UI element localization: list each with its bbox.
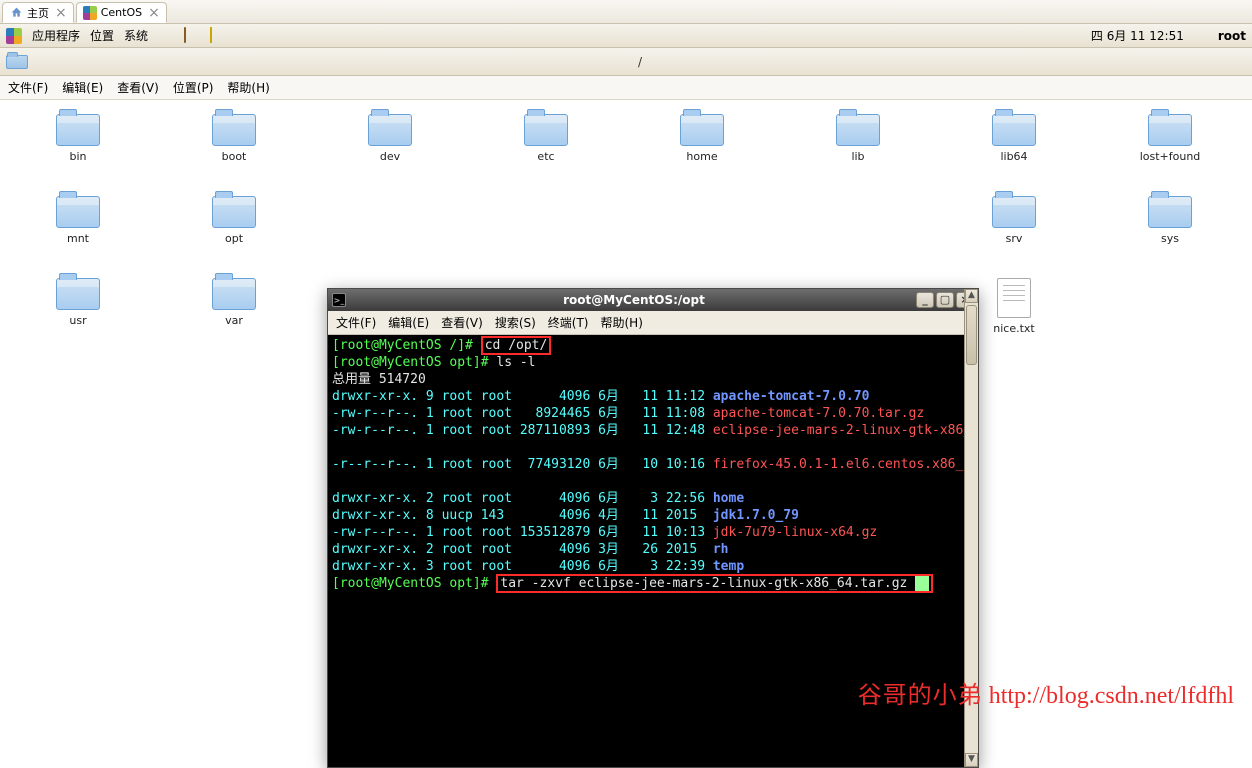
term-menu-search[interactable]: 搜索(S) [495, 314, 536, 331]
minimize-button[interactable]: _ [916, 292, 934, 308]
folder-opt[interactable]: opt [156, 196, 312, 278]
item-label: boot [222, 150, 247, 163]
term-menu-view[interactable]: 查看(V) [441, 314, 483, 331]
folder-sys[interactable]: sys [1092, 196, 1248, 278]
term-menu-terminal[interactable]: 终端(T) [548, 314, 589, 331]
folder-icon [992, 114, 1036, 146]
folder-icon [368, 114, 412, 146]
tab-label: 主页 [27, 5, 49, 21]
folder-icon [56, 114, 100, 146]
folder-bin[interactable]: bin [0, 114, 156, 196]
item-label: etc [537, 150, 554, 163]
fm-menu-view[interactable]: 查看(V) [117, 79, 159, 96]
fm-menu-file[interactable]: 文件(F) [8, 79, 48, 96]
watermark: 谷哥的小弟 http://blog.csdn.net/lfdfhl [858, 675, 1234, 710]
tab-centos[interactable]: CentOS × [76, 2, 167, 23]
firefox-icon[interactable] [158, 28, 174, 44]
tab-label: CentOS [101, 6, 142, 19]
scroll-down-button[interactable]: ▼ [965, 753, 978, 767]
terminal-title: root@MyCentOS:/opt [352, 293, 916, 307]
watermark-name: 谷哥的小弟 [858, 683, 983, 709]
close-icon[interactable]: × [53, 6, 67, 20]
home-icon [9, 6, 23, 20]
panel-user[interactable]: root [1218, 29, 1246, 43]
panel-menu-applications[interactable]: 应用程序 [32, 27, 80, 44]
folder-lib[interactable]: lib [780, 114, 936, 196]
folder-icon[interactable] [6, 55, 28, 69]
item-label: usr [69, 314, 86, 327]
folder-icon [680, 114, 724, 146]
panel-menu-system[interactable]: 系统 [124, 27, 148, 44]
folder-icon [524, 114, 568, 146]
term-menu-edit[interactable]: 编辑(E) [388, 314, 429, 331]
term-menu-file[interactable]: 文件(F) [336, 314, 376, 331]
package-icon[interactable] [184, 28, 200, 44]
item-label: dev [380, 150, 400, 163]
maximize-button[interactable]: ▢ [936, 292, 954, 308]
fm-menu-edit[interactable]: 编辑(E) [62, 79, 103, 96]
item-label: lost+found [1140, 150, 1201, 163]
folder-icon [56, 278, 100, 310]
terminal-icon: >_ [332, 293, 346, 307]
item-label: lib [851, 150, 864, 163]
centos-icon [6, 28, 22, 44]
fm-location-path[interactable]: / [34, 55, 1246, 69]
gnome-panel: 应用程序 位置 系统 四 6月 11 12:51 root [0, 24, 1252, 48]
folder-lost+found[interactable]: lost+found [1092, 114, 1248, 196]
text-file-icon [997, 278, 1031, 318]
folder-icon [212, 196, 256, 228]
tab-home[interactable]: 主页 × [2, 2, 74, 23]
scroll-up-button[interactable]: ▲ [965, 289, 978, 303]
panel-clock[interactable]: 四 6月 11 12:51 [1091, 27, 1184, 44]
item-label: srv [1006, 232, 1023, 245]
folder-icon [992, 196, 1036, 228]
folder-dev[interactable]: dev [312, 114, 468, 196]
fm-location-bar: / [0, 48, 1252, 76]
folder-icon [836, 114, 880, 146]
item-label: sys [1161, 232, 1179, 245]
close-icon[interactable]: × [146, 6, 160, 20]
folder-etc[interactable]: etc [468, 114, 624, 196]
item-label: lib64 [1000, 150, 1027, 163]
item-label: home [686, 150, 717, 163]
item-label: mnt [67, 232, 89, 245]
terminal-menubar: 文件(F) 编辑(E) 查看(V) 搜索(S) 终端(T) 帮助(H) [328, 311, 978, 335]
terminal-titlebar[interactable]: >_ root@MyCentOS:/opt _ ▢ × [328, 289, 978, 311]
folder-icon [212, 278, 256, 310]
scroll-thumb[interactable] [966, 305, 977, 365]
centos-icon [83, 6, 97, 20]
folder-icon [1148, 196, 1192, 228]
item-label: var [225, 314, 243, 327]
item-label: opt [225, 232, 243, 245]
item-label: nice.txt [993, 322, 1034, 335]
fm-icon-view: bin boot dev etc home lib lib64 lost+found mnt op… [0, 100, 1252, 660]
folder-icon [212, 114, 256, 146]
folder-mnt[interactable]: mnt [0, 196, 156, 278]
browser-tabstrip: 主页 × CentOS × [0, 0, 1252, 24]
term-menu-help[interactable]: 帮助(H) [601, 314, 643, 331]
folder-icon [1148, 114, 1192, 146]
folder-boot[interactable]: boot [156, 114, 312, 196]
fm-menu-places[interactable]: 位置(P) [173, 79, 214, 96]
folder-lib64[interactable]: lib64 [936, 114, 1092, 196]
item-label: bin [69, 150, 86, 163]
notes-icon[interactable] [210, 28, 226, 44]
fm-menubar: 文件(F) 编辑(E) 查看(V) 位置(P) 帮助(H) [0, 76, 1252, 100]
folder-icon [56, 196, 100, 228]
watermark-url: http://blog.csdn.net/lfdfhl [989, 683, 1234, 709]
folder-home[interactable]: home [624, 114, 780, 196]
fm-menu-help[interactable]: 帮助(H) [227, 79, 269, 96]
folder-srv[interactable]: srv [936, 196, 1092, 278]
folder-usr[interactable]: usr [0, 278, 156, 360]
panel-menu-places[interactable]: 位置 [90, 27, 114, 44]
folder-var[interactable]: var [156, 278, 312, 360]
